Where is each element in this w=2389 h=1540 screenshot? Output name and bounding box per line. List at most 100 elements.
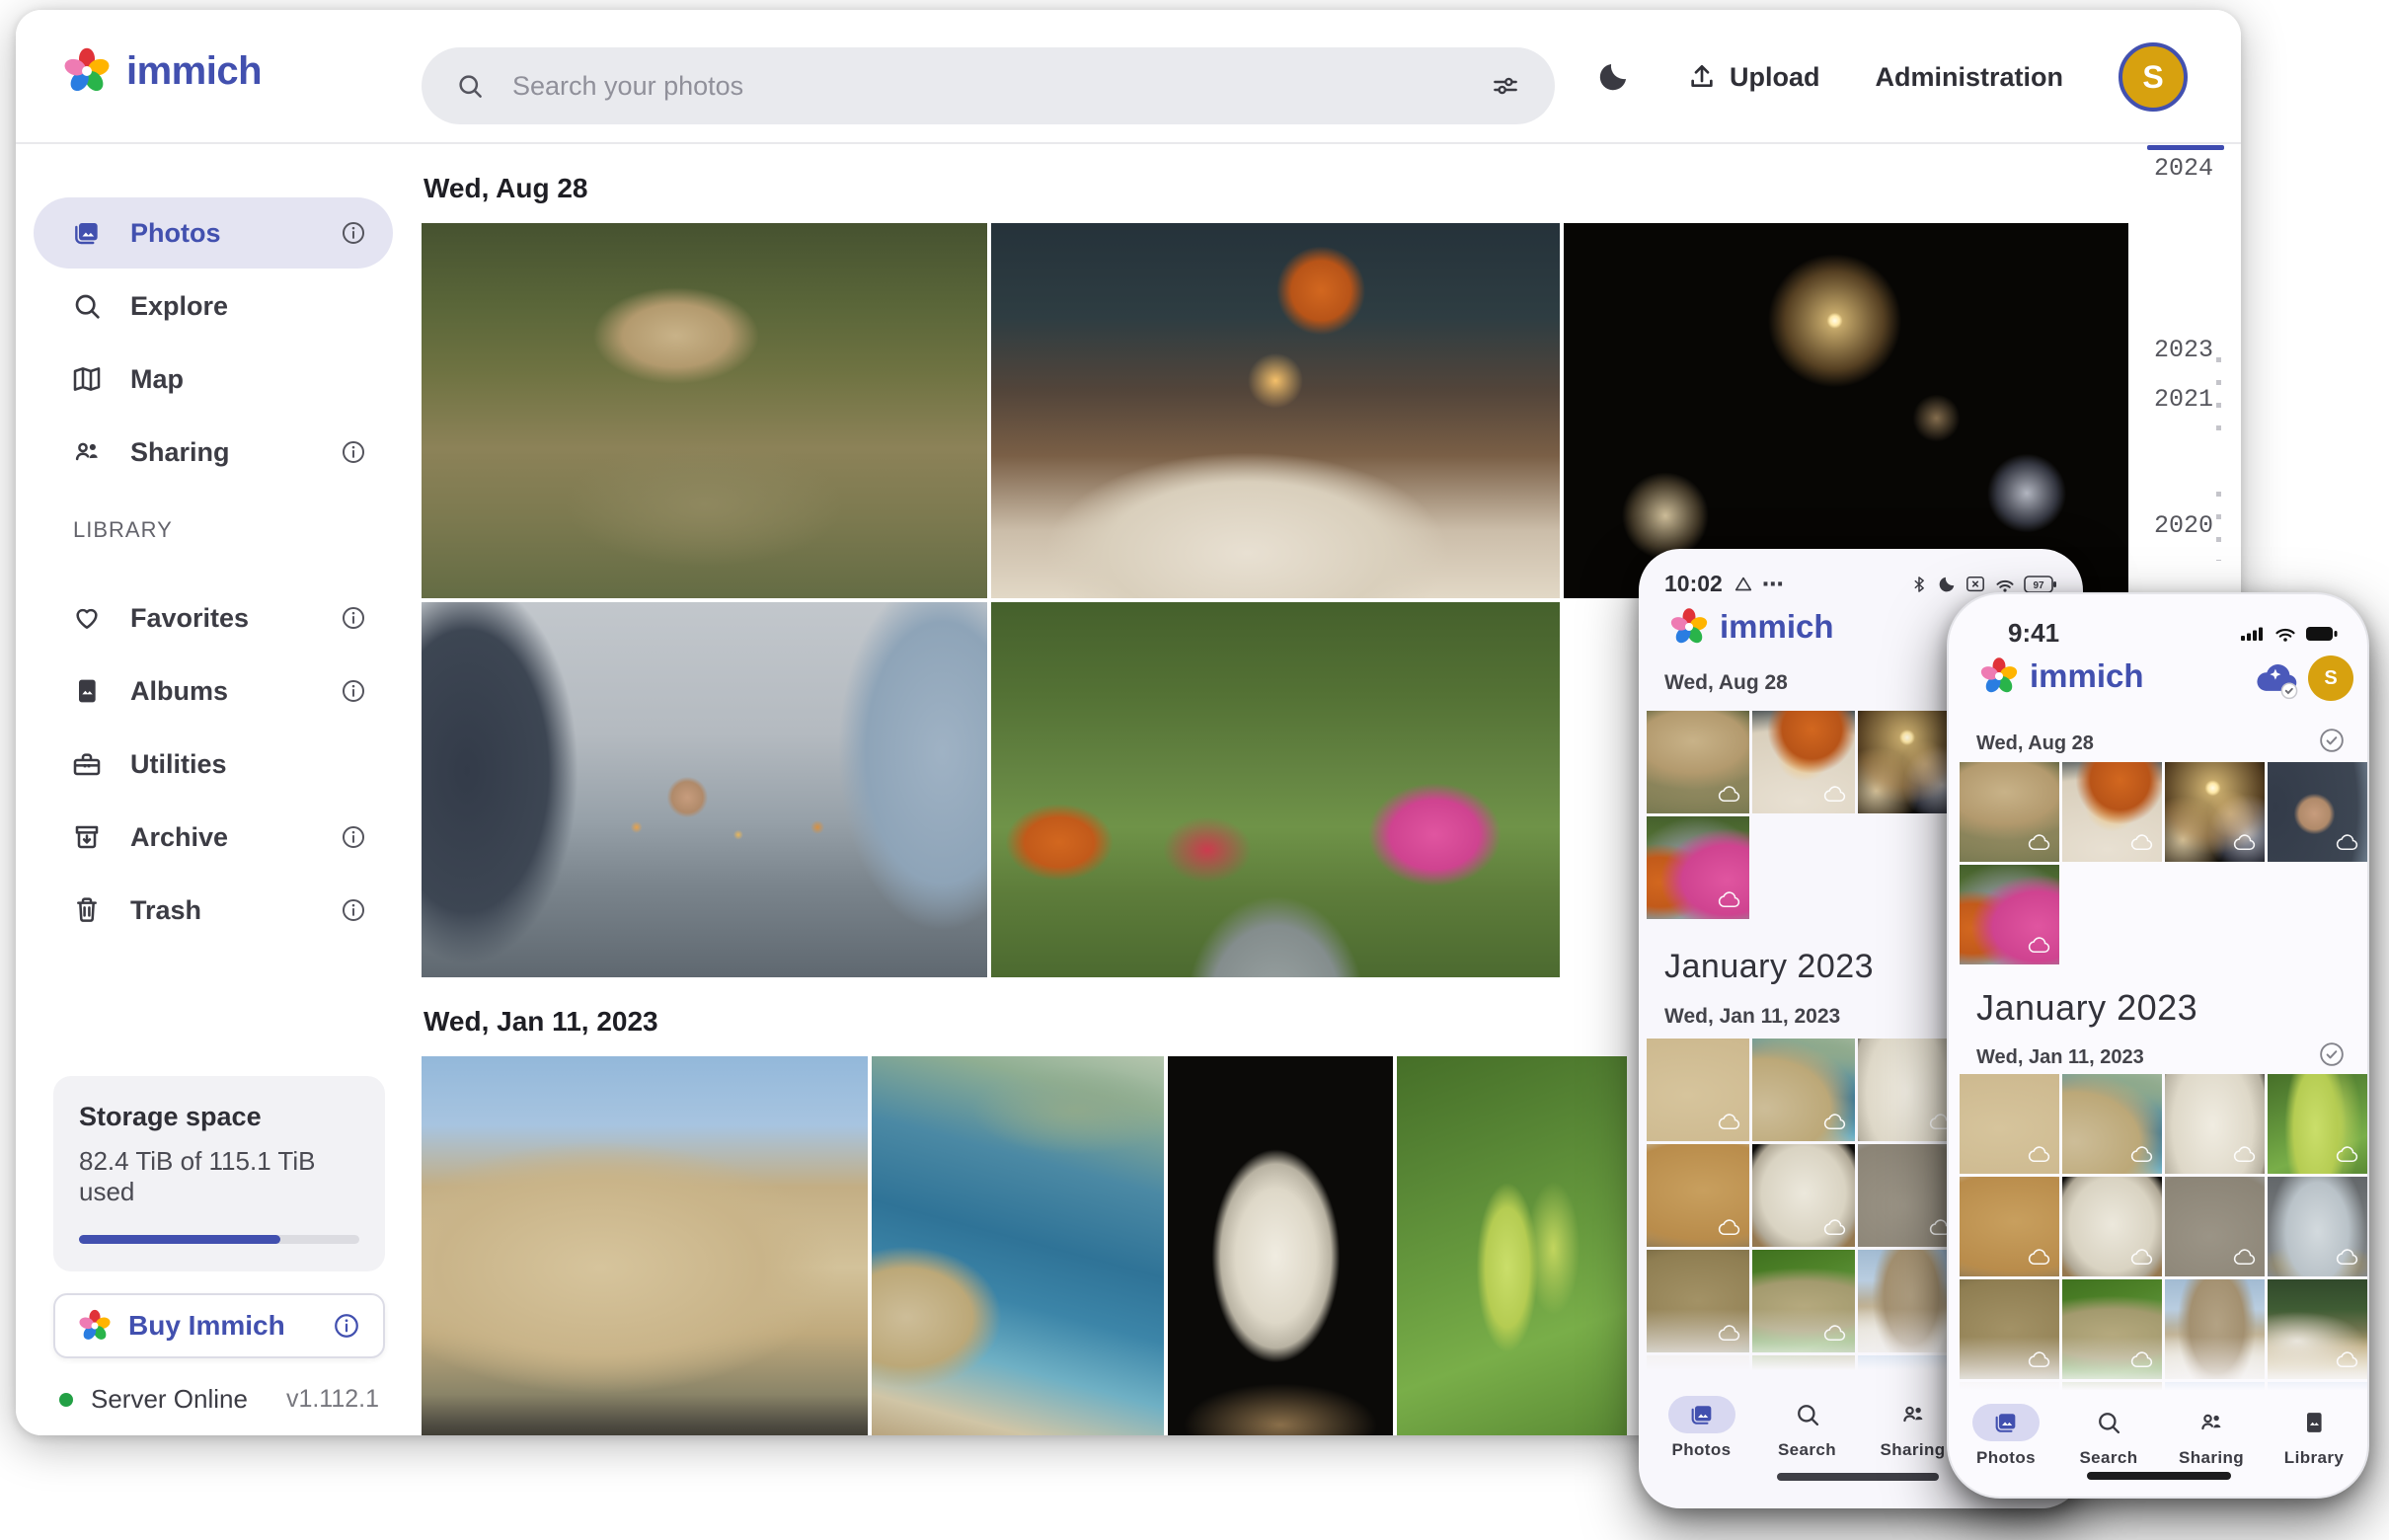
info-icon[interactable] [340, 219, 367, 247]
avatar[interactable]: S [2308, 655, 2353, 701]
photo-thumbnail-table[interactable] [1960, 1382, 2059, 1396]
photo-thumbnail-beach[interactable] [1960, 1177, 2059, 1276]
photo-thumbnail-bay[interactable] [872, 1056, 1164, 1435]
dark-mode-moon-icon[interactable] [1595, 59, 1631, 95]
photo-thumbnail-church[interactable] [2165, 1279, 2265, 1379]
photo-thumbnail-fireworks[interactable] [1858, 711, 1961, 813]
photo-thumbnail-zoo[interactable] [1647, 711, 1749, 813]
month-header: January 2023 [1976, 987, 2197, 1029]
buy-immich-button[interactable]: Buy Immich [53, 1293, 385, 1358]
photo-thumbnail-dinner[interactable] [2062, 762, 2162, 862]
photo-thumbnail-zoo[interactable] [1960, 762, 2059, 862]
photos-icon [1992, 1409, 2020, 1436]
nav-item-photos[interactable]: Photos [1649, 1396, 1754, 1460]
timeline-year-2023[interactable]: 2023 [2154, 336, 2213, 364]
select-all-check-icon[interactable] [2318, 1040, 2346, 1068]
photo-thumbnail-sky[interactable] [2268, 1382, 2367, 1396]
select-all-check-icon[interactable] [2318, 727, 2346, 754]
sidebar-item-utilities[interactable]: Utilities [34, 729, 393, 800]
battery-icon [2306, 626, 2338, 642]
photo-thumbnail-ornament[interactable] [2268, 1177, 2367, 1276]
photo-thumbnail-hands[interactable] [422, 602, 987, 977]
photo-thumbnail-castle[interactable] [1647, 1039, 1749, 1141]
photo-thumbnail-dinner[interactable] [991, 223, 1560, 598]
cloud-backup-icon[interactable] [2251, 657, 2302, 703]
cloud-backup-icon [2336, 1348, 2360, 1373]
info-icon[interactable] [340, 823, 367, 851]
photo-thumbnail-lizard2[interactable] [1752, 1250, 1855, 1352]
photo-thumbnail-bust[interactable] [1168, 1056, 1393, 1435]
photo-thumbnail-farm[interactable] [2268, 1279, 2367, 1379]
photo-thumbnail-platter[interactable] [1752, 1355, 1855, 1382]
photo-thumbnail-garden[interactable] [1960, 865, 2059, 964]
photo-grid [1960, 1074, 2369, 1396]
cloud-backup-icon [2233, 1246, 2258, 1270]
photo-thumbnail-lizard2[interactable] [2062, 1279, 2162, 1379]
sidebar-item-map[interactable]: Map [34, 344, 393, 415]
photo-thumbnail-lizard1[interactable] [1647, 1250, 1749, 1352]
photo-thumbnail-seagrapes[interactable] [2268, 1074, 2367, 1174]
photo-thumbnail-skybird[interactable] [1858, 1355, 1961, 1382]
photo-thumbnail-ruins[interactable] [2165, 1177, 2265, 1276]
sidebar-item-explore[interactable]: Explore [34, 270, 393, 342]
nav-item-search[interactable]: Search [2057, 1404, 2160, 1468]
scrubber-position-marker[interactable] [2147, 145, 2224, 150]
info-icon[interactable] [340, 438, 367, 466]
photo-thumbnail-garden[interactable] [1647, 816, 1749, 919]
search-bar[interactable] [422, 47, 1555, 124]
photo-thumbnail-bay[interactable] [2062, 1074, 2162, 1174]
cloud-backup-icon [2130, 831, 2155, 856]
photo-thumbnail-seagrapes[interactable] [1397, 1056, 1627, 1435]
photo-thumbnail-castle[interactable] [422, 1056, 868, 1435]
sidebar-item-trash[interactable]: Trash [34, 875, 393, 946]
photo-thumbnail-fireworks[interactable] [1564, 223, 2128, 598]
photo-thumbnail-church[interactable] [1858, 1250, 1961, 1352]
photo-thumbnail-bay[interactable] [1752, 1039, 1855, 1141]
timeline-year-2020[interactable]: 2020 [2154, 511, 2213, 540]
photo-thumbnail-ruins[interactable] [1858, 1144, 1961, 1247]
timeline-year-2021[interactable]: 2021 [2154, 385, 2213, 414]
info-icon[interactable] [340, 677, 367, 705]
home-indicator[interactable] [2087, 1472, 2231, 1480]
photo-thumbnail-dinner[interactable] [1752, 711, 1855, 813]
photo-thumbnail-sculpture[interactable] [2062, 1177, 2162, 1276]
sidebar-item-favorites[interactable]: Favorites [34, 582, 393, 654]
sidebar-item-label: Sharing [130, 437, 340, 468]
photo-thumbnail-lizard1[interactable] [1960, 1279, 2059, 1379]
info-icon[interactable] [340, 896, 367, 924]
immich-logo[interactable]: immich [61, 45, 262, 97]
sidebar-item-archive[interactable]: Archive [34, 802, 393, 873]
photo-thumbnail-garden[interactable] [991, 602, 1560, 977]
sidebar-item-albums[interactable]: Albums [34, 655, 393, 727]
home-indicator[interactable] [1777, 1473, 1939, 1481]
nav-item-search[interactable]: Search [1754, 1396, 1860, 1460]
brand-name: immich [126, 49, 262, 94]
administration-link[interactable]: Administration [1875, 62, 2063, 93]
photo-thumbnail-zoo[interactable] [422, 223, 987, 598]
photo-thumbnail-hands[interactable] [2268, 762, 2367, 862]
search-input[interactable] [510, 70, 1490, 103]
photo-thumbnail-skybird[interactable] [2165, 1382, 2265, 1396]
filter-icon[interactable] [1490, 70, 1521, 102]
wifi-icon [1994, 576, 2016, 593]
sidebar-item-sharing[interactable]: Sharing [34, 417, 393, 488]
photo-thumbnail-beach[interactable] [1647, 1144, 1749, 1247]
timeline-year-2024[interactable]: 2024 [2154, 154, 2213, 183]
info-icon[interactable] [332, 1311, 361, 1341]
search-icon [455, 71, 485, 101]
photo-thumbnail-castle[interactable] [1960, 1074, 2059, 1174]
cloud-backup-icon [2336, 1143, 2360, 1168]
info-icon[interactable] [340, 604, 367, 632]
photo-thumbnail-bust[interactable] [1858, 1039, 1961, 1141]
photo-thumbnail-bust[interactable] [2165, 1074, 2265, 1174]
photo-thumbnail-sculpture[interactable] [1752, 1144, 1855, 1247]
photo-thumbnail-platter[interactable] [2062, 1382, 2162, 1396]
immich-flower-icon [1978, 655, 2020, 697]
nav-item-photos[interactable]: Photos [1955, 1404, 2057, 1468]
upload-button[interactable]: Upload [1686, 61, 1820, 93]
nav-item-sharing[interactable]: Sharing [2160, 1404, 2263, 1468]
photo-thumbnail-fireworks[interactable] [2165, 762, 2265, 862]
sidebar-item-photos[interactable]: Photos [34, 197, 393, 269]
nav-item-library[interactable]: Library [2263, 1404, 2365, 1468]
photo-thumbnail-table[interactable] [1647, 1355, 1749, 1382]
